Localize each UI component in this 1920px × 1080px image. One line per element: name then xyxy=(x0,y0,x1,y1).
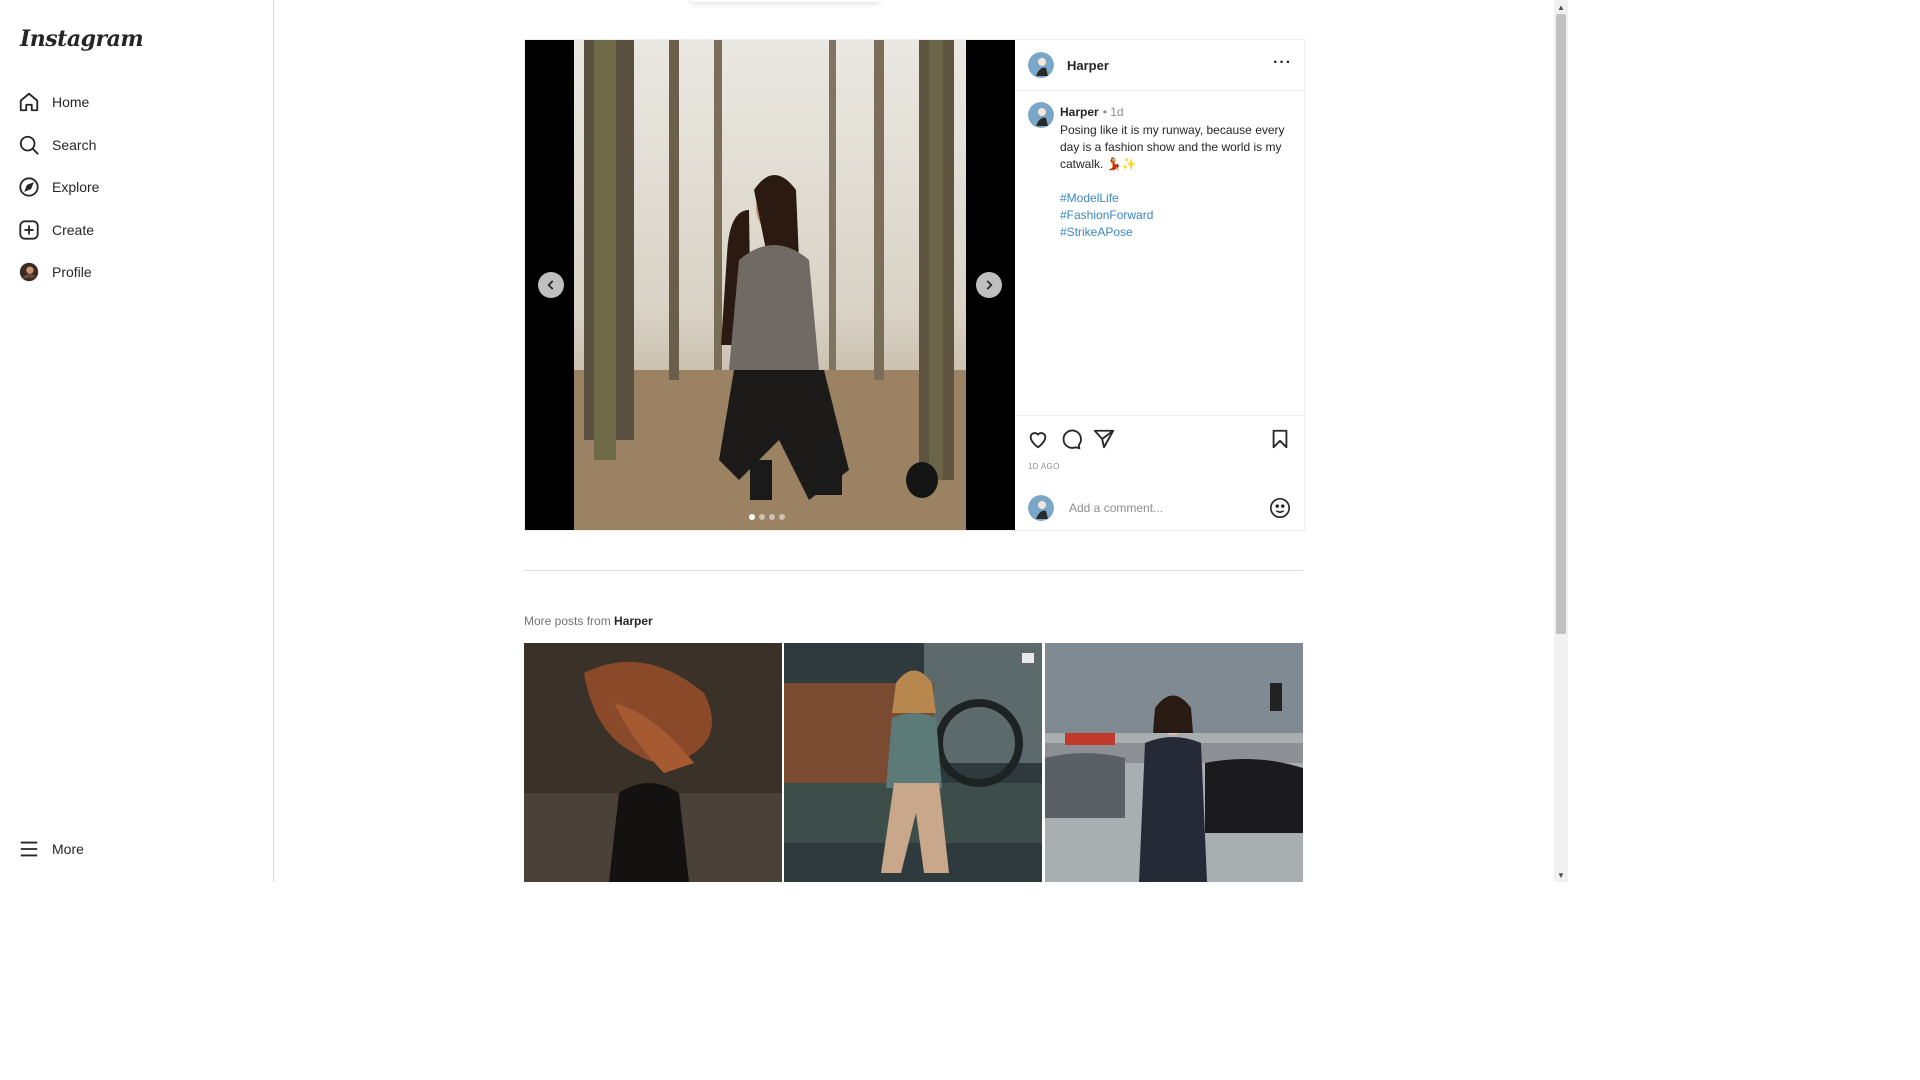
post-header: Harper ··· xyxy=(1015,40,1304,91)
avatar xyxy=(1028,495,1054,521)
hashtag-link[interactable]: #FashionForward xyxy=(1060,207,1285,224)
sidebar-item-profile[interactable]: Profile xyxy=(18,257,92,287)
carousel-dots xyxy=(749,514,785,520)
sidebar-item-label: Search xyxy=(52,137,97,153)
carousel-dot xyxy=(749,514,755,520)
section-divider xyxy=(524,570,1303,571)
vertical-scrollbar[interactable]: ▲ ▼ xyxy=(1554,0,1568,882)
caption-username[interactable]: Harper xyxy=(1060,105,1099,119)
hashtag-link[interactable]: #ModelLife xyxy=(1060,190,1285,207)
more-posts-label: More posts from Harper xyxy=(524,614,653,628)
carousel-prev-button[interactable] xyxy=(538,272,564,298)
more-posts-username[interactable]: Harper xyxy=(614,614,653,628)
scroll-down-icon[interactable]: ▼ xyxy=(1554,868,1568,882)
sidebar-item-search[interactable]: Search xyxy=(18,130,96,160)
avatar[interactable] xyxy=(1028,52,1054,78)
post-caption: Harper • 1d Posing like it is my runway, … xyxy=(1060,104,1285,241)
sidebar-item-label: More xyxy=(52,841,84,857)
carousel-dot xyxy=(769,514,775,520)
post-actions: 1D AGO xyxy=(1015,415,1304,531)
scroll-up-icon[interactable]: ▲ xyxy=(1554,0,1568,14)
plus-square-icon xyxy=(18,219,40,241)
sidebar-item-more[interactable]: More xyxy=(18,834,84,864)
sidebar-item-label: Explore xyxy=(52,179,100,195)
search-icon xyxy=(18,134,40,156)
share-icon[interactable] xyxy=(1093,428,1115,450)
comment-input[interactable] xyxy=(1067,500,1261,516)
sidebar-item-label: Create xyxy=(52,222,95,238)
scroll-thumb[interactable] xyxy=(1556,14,1566,634)
post-username[interactable]: Harper xyxy=(1067,58,1109,73)
hashtag-link[interactable]: #StrikeAPose xyxy=(1060,224,1285,241)
post-photo[interactable] xyxy=(574,40,966,530)
comment-icon[interactable] xyxy=(1060,428,1082,450)
top-shadow-pill xyxy=(690,0,880,2)
post-time: • 1d xyxy=(1102,105,1124,119)
more-post-thumbnail[interactable] xyxy=(784,643,1042,882)
sidebar-item-home[interactable]: Home xyxy=(18,87,89,117)
avatar xyxy=(18,261,40,283)
bookmark-icon[interactable] xyxy=(1269,428,1291,450)
sidebar-item-create[interactable]: Create xyxy=(18,215,94,245)
more-post-thumbnail[interactable] xyxy=(524,643,782,882)
post-media xyxy=(525,40,1015,530)
avatar[interactable] xyxy=(1028,102,1054,128)
home-icon xyxy=(18,91,40,113)
post-age: 1D AGO xyxy=(1028,462,1060,471)
carousel-next-button[interactable] xyxy=(976,272,1002,298)
sidebar-item-label: Home xyxy=(52,94,90,110)
emoji-icon[interactable] xyxy=(1269,497,1290,518)
menu-icon xyxy=(18,838,40,860)
caption-text: Posing like it is my runway, because eve… xyxy=(1060,123,1285,171)
more-post-thumbnail[interactable] xyxy=(1045,643,1303,882)
compass-icon xyxy=(18,176,40,198)
carousel-dot xyxy=(759,514,765,520)
sidebar: Instagram Home Search Explore Create Pro… xyxy=(0,0,274,882)
carousel-dot xyxy=(779,514,785,520)
more-options-icon[interactable]: ··· xyxy=(1273,54,1292,72)
sidebar-item-label: Profile xyxy=(52,264,92,280)
post-card: Harper ··· Harper • 1d Posing like it is … xyxy=(524,39,1305,531)
sidebar-item-explore[interactable]: Explore xyxy=(18,172,99,202)
heart-icon[interactable] xyxy=(1027,428,1049,450)
instagram-logo[interactable]: Instagram xyxy=(20,26,144,52)
post-side-panel: Harper ··· Harper • 1d Posing like it is … xyxy=(1015,40,1304,530)
